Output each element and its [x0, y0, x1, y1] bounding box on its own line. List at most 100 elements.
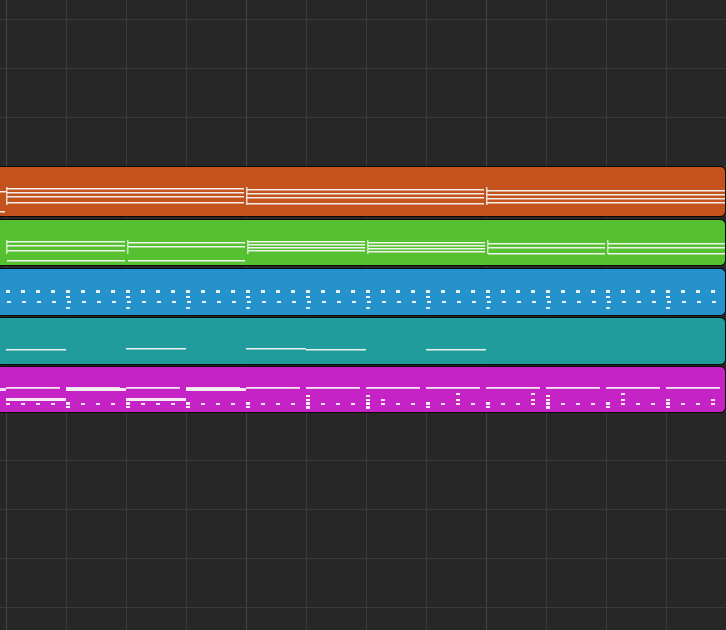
region-orange[interactable]: [0, 166, 726, 217]
midi-note: [0, 191, 6, 193]
midi-note: [6, 290, 10, 293]
midi-note: [187, 301, 191, 303]
midi-note: [142, 301, 146, 303]
midi-note: [666, 296, 670, 298]
midi-note: [6, 187, 8, 205]
midi-note: [66, 307, 70, 309]
midi-note: [51, 290, 55, 293]
midi-note: [247, 197, 484, 199]
midi-note: [277, 301, 281, 303]
midi-note: [186, 307, 190, 309]
midi-note: [21, 290, 25, 293]
midi-note: [501, 403, 505, 405]
midi-note: [412, 301, 416, 303]
midi-note: [306, 349, 366, 351]
midi-note: [606, 296, 610, 298]
region-blue[interactable]: [0, 268, 726, 316]
midi-note: [186, 402, 190, 404]
midi-note: [666, 290, 670, 293]
midi-note: [608, 243, 725, 245]
midi-note: [7, 192, 244, 194]
midi-note: [67, 301, 71, 303]
arrange-area[interactable]: [0, 0, 726, 630]
midi-note: [368, 245, 485, 247]
midi-note: [36, 403, 40, 405]
midi-note: [306, 307, 310, 309]
midi-note: [546, 290, 550, 293]
midi-note: [696, 290, 700, 293]
midi-note: [126, 387, 180, 389]
midi-note: [96, 403, 100, 405]
midi-note: [126, 307, 130, 309]
midi-note: [441, 403, 445, 405]
midi-note: [6, 403, 10, 405]
midi-note: [66, 402, 70, 404]
midi-note: [246, 402, 250, 404]
midi-note: [6, 349, 66, 351]
midi-note: [126, 348, 186, 350]
midi-note: [291, 290, 295, 293]
midi-note: [591, 403, 595, 405]
midi-note: [608, 247, 725, 249]
midi-note: [636, 403, 640, 405]
midi-note: [6, 240, 8, 254]
midi-note: [216, 403, 220, 405]
midi-note: [606, 290, 610, 293]
tracks-canvas: [0, 0, 726, 630]
midi-note: [7, 245, 125, 247]
midi-note: [66, 406, 70, 408]
midi-note: [516, 290, 520, 293]
midi-note: [487, 194, 725, 196]
midi-note: [591, 290, 595, 293]
midi-note: [622, 301, 626, 303]
midi-note: [487, 202, 725, 204]
midi-note: [21, 403, 25, 405]
midi-note: [607, 301, 611, 303]
midi-note: [501, 290, 505, 293]
region-blue-body[interactable]: [0, 268, 726, 316]
midi-note: [711, 290, 715, 293]
midi-note: [651, 403, 655, 405]
midi-note: [487, 190, 725, 192]
region-magenta[interactable]: [0, 366, 726, 413]
midi-note: [531, 403, 535, 405]
midi-note: [456, 290, 460, 293]
midi-note: [562, 301, 566, 303]
midi-note: [606, 387, 660, 389]
midi-note: [366, 307, 370, 309]
midi-note: [426, 296, 430, 298]
midi-note: [396, 403, 400, 405]
midi-note: [456, 399, 460, 401]
midi-note: [248, 241, 365, 243]
midi-note: [576, 403, 580, 405]
midi-note: [517, 301, 521, 303]
midi-note: [502, 301, 506, 303]
midi-note: [247, 203, 484, 205]
midi-note: [261, 403, 265, 405]
midi-note: [471, 403, 475, 405]
midi-note: [352, 301, 356, 303]
midi-note: [696, 403, 700, 405]
midi-note: [606, 307, 610, 309]
region-teal-body[interactable]: [0, 317, 726, 365]
midi-note: [112, 301, 116, 303]
region-green[interactable]: [0, 219, 726, 266]
midi-note: [81, 403, 85, 405]
midi-note: [6, 387, 60, 389]
midi-note: [426, 349, 486, 351]
midi-note: [411, 403, 415, 405]
midi-note: [141, 403, 145, 405]
midi-note: [486, 406, 490, 408]
midi-note: [426, 402, 430, 404]
midi-note: [636, 290, 640, 293]
midi-note: [51, 403, 55, 405]
midi-note: [366, 403, 370, 405]
midi-note: [248, 244, 365, 246]
midi-note: [7, 301, 11, 303]
midi-note: [7, 196, 244, 198]
midi-note: [366, 387, 420, 389]
midi-note: [246, 307, 250, 309]
midi-note: [156, 403, 160, 405]
midi-note: [368, 248, 485, 250]
region-teal[interactable]: [0, 317, 726, 365]
